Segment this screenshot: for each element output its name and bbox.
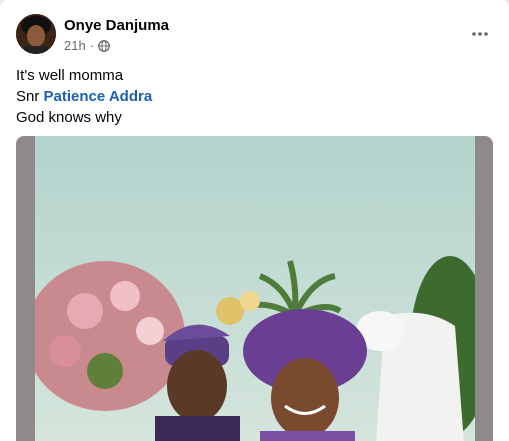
post-card: Onye Danjuma 21h · It's well momma Snr P… (0, 0, 509, 441)
post-line-2: Snr Patience Addra (16, 86, 152, 107)
post-photo[interactable] (35, 136, 475, 441)
post-time[interactable]: 21h (64, 38, 86, 53)
mention-prefix: Snr (16, 88, 40, 105)
mention-link[interactable]: Patience Addra (44, 88, 153, 105)
post-photo-frame[interactable] (16, 136, 493, 441)
post-meta: 21h · (64, 38, 110, 53)
post-line-1: It's well momma (16, 67, 124, 84)
more-horizontal-icon (472, 32, 488, 36)
post-header: Onye Danjuma 21h · (16, 14, 494, 58)
more-options-button[interactable] (466, 20, 494, 48)
avatar-image (16, 14, 56, 54)
post-text: It's well momma Snr Patience Addra God k… (16, 65, 152, 128)
globe-icon[interactable] (98, 39, 110, 52)
post-line-3: God knows why (16, 109, 122, 126)
author-avatar[interactable] (16, 14, 56, 54)
meta-separator: · (89, 38, 95, 53)
author-name[interactable]: Onye Danjuma (64, 17, 169, 34)
wedding-couple-photo (35, 136, 475, 441)
